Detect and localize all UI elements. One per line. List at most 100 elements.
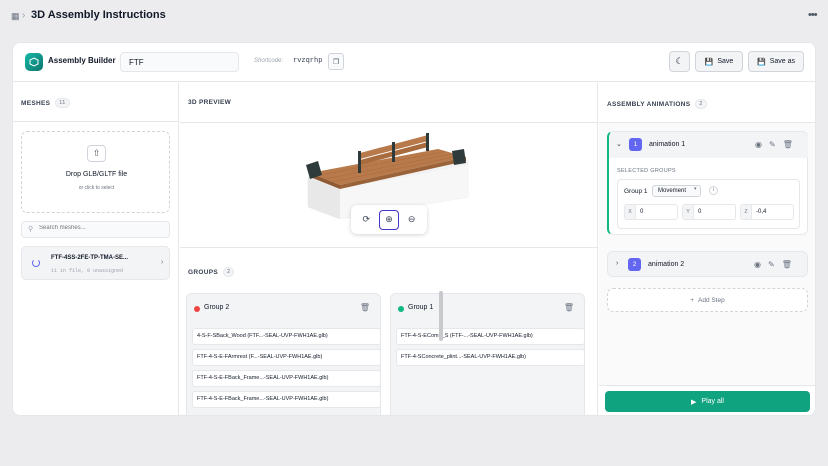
- group-card[interactable]: Group 1 🗑 FTF-4-S-EComb_S (FTF-...-SEAL-…: [390, 293, 585, 415]
- coord-axis-label: Z: [741, 205, 752, 219]
- animations-count-badge: 2: [695, 99, 707, 109]
- builder-header: Assembly Builder Shortcode: rvzqrhp ❐ ☾ …: [13, 43, 815, 82]
- animation-number-badge: 1: [629, 138, 642, 151]
- preview-heading: 3D PREVIEW: [188, 99, 232, 106]
- copy-shortcode-button[interactable]: ❐: [328, 53, 344, 70]
- chevron-right-icon[interactable]: ›: [616, 260, 618, 267]
- page-title: 3D Assembly Instructions: [31, 9, 166, 21]
- mesh-search-input[interactable]: [39, 225, 164, 231]
- sidebar-toggle-icon[interactable]: ▦: [11, 11, 20, 22]
- animation-card[interactable]: › 2 animation 2 ◉ ✎ 🗑: [607, 251, 808, 277]
- meshes-panel: MESHES 11 ⇧ Drop GLB/GLTF file or click …: [13, 83, 179, 415]
- group-file-item[interactable]: FTF-4-SConcrete_plint...-SEAL-UVP-FWH1AE…: [396, 349, 584, 366]
- top-bar: ▦ › 3D Assembly Instructions •••: [0, 0, 828, 32]
- shortcode-value: rvzqrhp: [293, 57, 323, 65]
- zoom-out-icon: ⊖: [407, 214, 416, 224]
- dropzone-subtitle: or click to select: [78, 185, 115, 191]
- view-controls: ⟳ ⊕ ⊖: [351, 205, 427, 234]
- coord-y-field[interactable]: Y 0: [682, 204, 736, 220]
- groups-heading: GROUPS: [188, 268, 218, 276]
- chevron-down-icon[interactable]: ⌄: [616, 140, 622, 148]
- coord-axis-label: X: [625, 205, 636, 219]
- add-step-button[interactable]: + Add Step: [607, 288, 808, 312]
- group-color-dot: [194, 306, 200, 312]
- eye-icon[interactable]: ◉: [754, 260, 761, 269]
- animation-name: animation 2: [648, 261, 685, 268]
- selected-groups-label: SELECTED GROUPS: [617, 168, 676, 174]
- save-label: Save: [717, 58, 734, 65]
- group-card[interactable]: Group 2 🗑 4-S-F-SBack_Wood (FTF...-SEAL-…: [186, 293, 381, 415]
- selected-group-name: Group 1: [624, 188, 648, 195]
- group-file-item[interactable]: FTF-4-S-E-FBack_Frame...-SEAL-UVP-FWH1AE…: [192, 370, 380, 387]
- preview-panel: 3D PREVIEW ⟳ ⊕ ⊖ GROUPS 2 Group 2 🗑 4-S-…: [180, 83, 598, 415]
- moon-icon: ☾: [675, 56, 684, 66]
- save-button[interactable]: 💾 Save: [695, 51, 743, 72]
- mesh-file-name: FTF-4SS-2FE-TP-TMA-SE...: [51, 255, 128, 261]
- animations-heading: ASSEMBLY ANIMATIONS: [607, 100, 691, 108]
- play-all-button[interactable]: ▶ Play all: [605, 391, 810, 412]
- animation-name: animation 1: [649, 141, 686, 148]
- builder-card: Assembly Builder Shortcode: rvzqrhp ❐ ☾ …: [12, 42, 816, 416]
- info-icon[interactable]: i: [709, 186, 718, 195]
- group-file-item[interactable]: FTF-4-S-E-FBack_Frame...-SEAL-UVP-FWH1AE…: [192, 391, 380, 408]
- floppy-icon: 💾: [704, 58, 714, 66]
- zoom-out-button[interactable]: ⊖: [402, 210, 422, 230]
- floppy-icon: 💾: [756, 58, 766, 66]
- cube-icon: [29, 57, 39, 67]
- file-dropzone[interactable]: ⇧ Drop GLB/GLTF file or click to select: [21, 131, 170, 213]
- animation-number-badge: 2: [628, 258, 641, 271]
- zoom-in-icon: ⊕: [385, 214, 393, 224]
- trash-icon[interactable]: 🗑: [783, 140, 793, 149]
- groups-scrollbar[interactable]: [439, 291, 443, 341]
- meshes-count-badge: 11: [55, 98, 70, 108]
- play-footer: ▶ Play all: [599, 385, 815, 415]
- selected-group-config: Group 1 Movement ▾ i X 0 Y 0 Z -0,4: [617, 179, 800, 229]
- add-step-label: Add Step: [698, 296, 725, 304]
- chevron-down-icon: ▾: [694, 186, 697, 192]
- 3d-viewport[interactable]: ⟳ ⊕ ⊖: [180, 122, 598, 248]
- group-name: Group 1: [408, 304, 434, 311]
- reset-view-button[interactable]: ⟳: [356, 210, 376, 230]
- assembly-name-input[interactable]: [120, 52, 239, 72]
- trash-icon[interactable]: 🗑: [360, 303, 370, 312]
- animation-header[interactable]: ⌄ 1 animation 1 ◉ ✎ 🗑: [609, 132, 808, 158]
- group-file-item[interactable]: FTF-4-S-E-FArmrest (F...-SEAL-UVP-FWH1AE…: [192, 349, 380, 366]
- rotate-icon: ⟳: [362, 214, 371, 224]
- animation-card[interactable]: ⌄ 1 animation 1 ◉ ✎ 🗑 SELECTED GROUPS Gr…: [607, 131, 808, 235]
- upload-icon: ⇧: [87, 145, 106, 162]
- meshes-header: MESHES 11: [13, 83, 179, 122]
- animations-panel: ASSEMBLY ANIMATIONS 2 ⌄ 1 animation 1 ◉ …: [599, 83, 815, 415]
- group-color-dot: [398, 306, 404, 312]
- coord-axis-label: Y: [683, 205, 694, 219]
- loading-spinner-icon: [32, 259, 40, 267]
- mesh-file-summary: 11 in file, 0 unassigned: [51, 268, 124, 274]
- coord-z-field[interactable]: Z -0,4: [740, 204, 794, 220]
- trash-icon[interactable]: 🗑: [564, 303, 574, 312]
- coord-x-field[interactable]: X 0: [624, 204, 678, 220]
- group-file-item[interactable]: FTF-4-S-EComb_S (FTF-...-SEAL-UVP-FWH1AE…: [396, 328, 584, 345]
- trash-icon[interactable]: 🗑: [782, 260, 792, 269]
- meshes-heading: MESHES: [21, 99, 51, 107]
- play-all-label: Play all: [701, 398, 724, 405]
- chevron-right-icon: ›: [161, 259, 164, 266]
- edit-icon[interactable]: ✎: [768, 260, 775, 269]
- eye-icon[interactable]: ◉: [755, 140, 762, 149]
- theme-toggle-button[interactable]: ☾: [669, 51, 690, 72]
- zoom-in-button[interactable]: ⊕: [378, 209, 399, 230]
- save-as-label: Save as: [769, 58, 795, 65]
- edit-icon[interactable]: ✎: [769, 140, 776, 149]
- save-as-button[interactable]: 💾 Save as: [748, 51, 804, 72]
- groups-area: Group 2 🗑 4-S-F-SBack_Wood (FTF...-SEAL-…: [180, 292, 598, 415]
- animations-list: ⌄ 1 animation 1 ◉ ✎ 🗑 SELECTED GROUPS Gr…: [599, 122, 815, 385]
- dropzone-title: Drop GLB/GLTF file: [65, 171, 128, 178]
- more-options-icon[interactable]: •••: [808, 9, 818, 21]
- search-icon: ⚲: [28, 226, 34, 233]
- coord-value: -0,4: [756, 209, 767, 215]
- app-logo: [25, 53, 43, 71]
- group-file-item[interactable]: 4-S-F-SBack_Wood (FTF...-SEAL-UVP-FWH1AE…: [192, 328, 380, 345]
- shortcode-label: Shortcode:: [254, 58, 284, 64]
- chevron-right-icon: ›: [22, 10, 26, 21]
- mesh-search[interactable]: ⚲: [21, 221, 170, 238]
- mesh-file-item[interactable]: FTF-4SS-2FE-TP-TMA-SE... 11 in file, 0 u…: [21, 246, 170, 280]
- coord-value: 0: [640, 209, 644, 215]
